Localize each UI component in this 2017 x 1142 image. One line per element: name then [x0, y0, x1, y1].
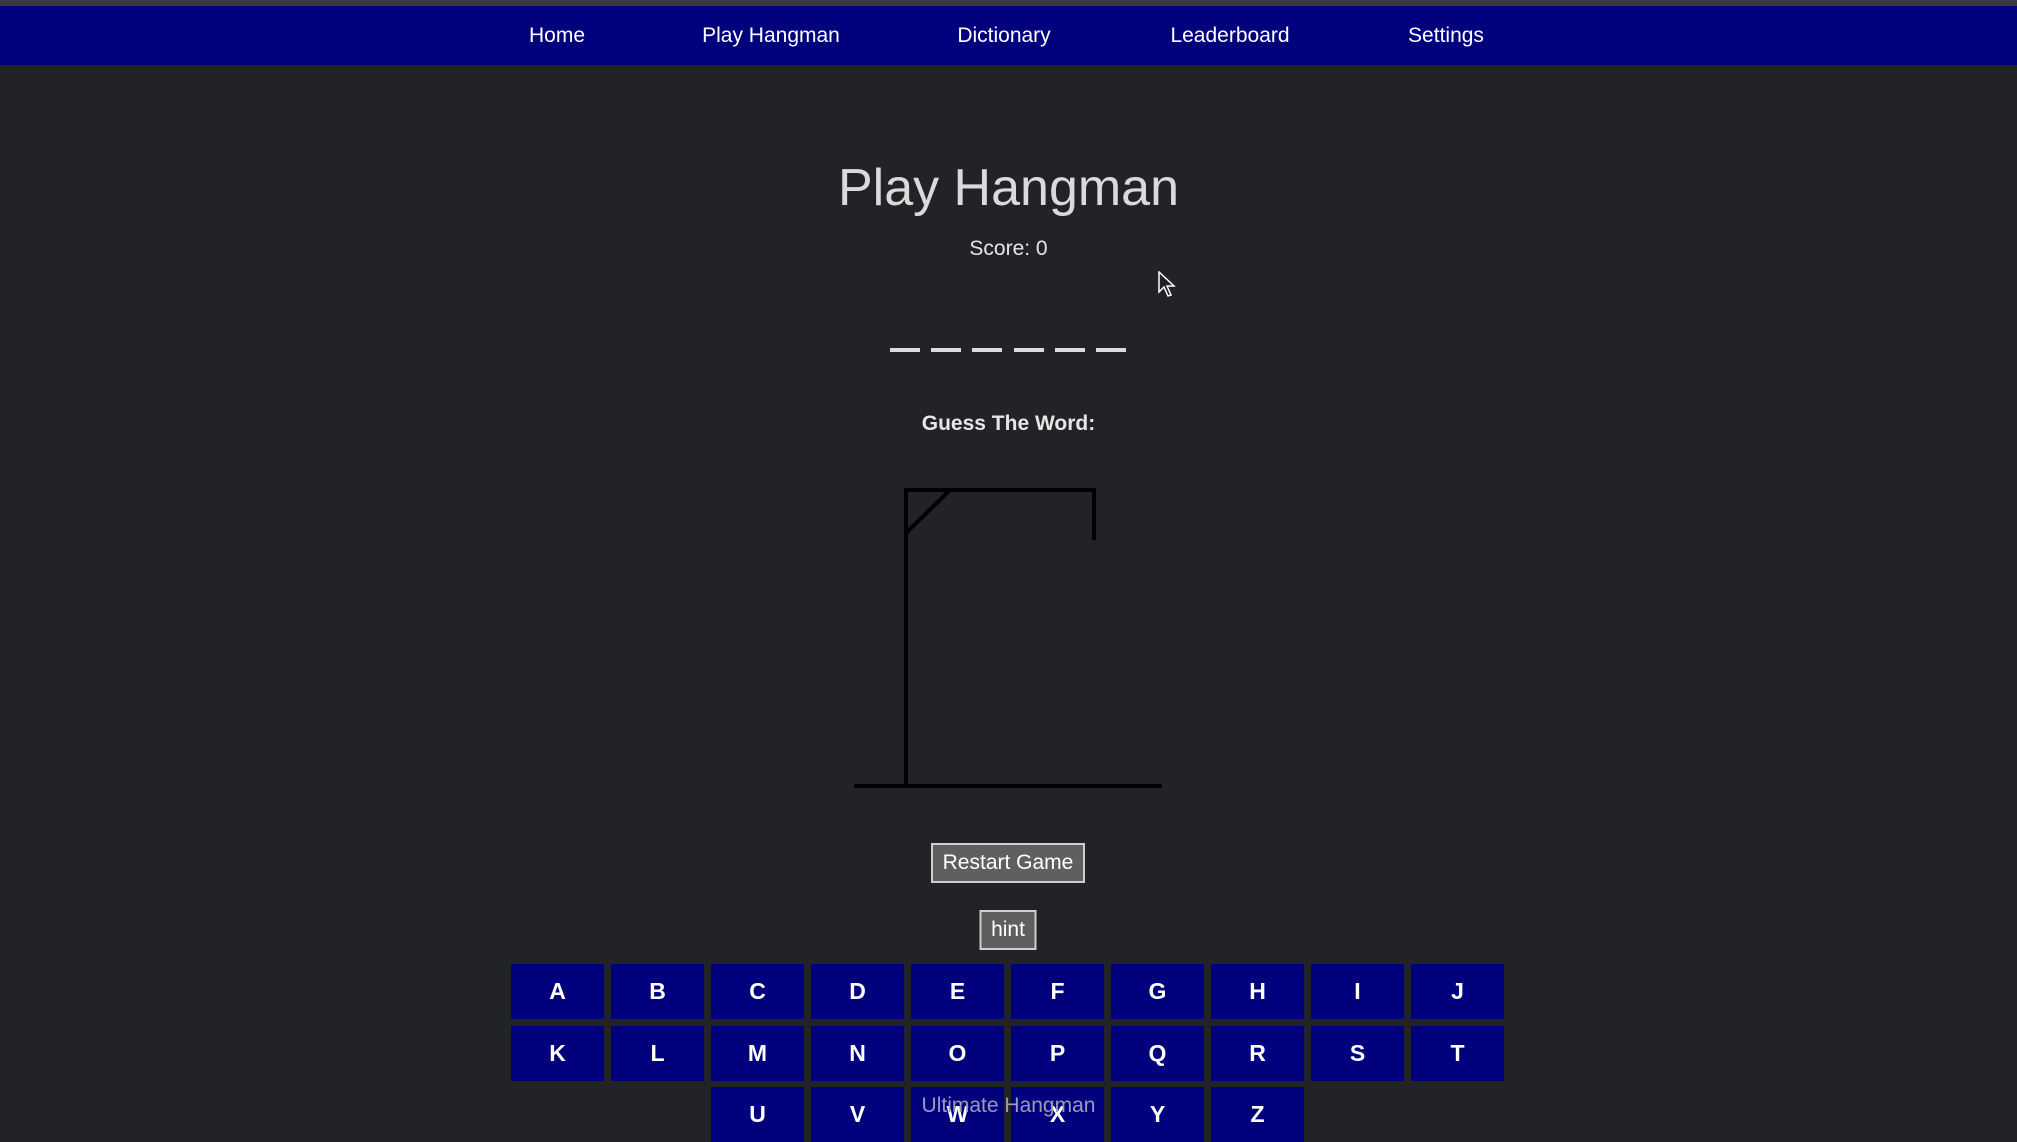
footer-text: Ultimate Hangman [921, 1094, 1096, 1117]
letter-blank [1013, 348, 1044, 352]
letter-key-r[interactable]: R [1211, 1026, 1304, 1081]
letter-key-p[interactable]: P [1011, 1026, 1104, 1081]
letter-key-u[interactable]: U [711, 1087, 804, 1142]
navbar: Home Play Hangman Dictionary Leaderboard… [0, 6, 2017, 65]
letter-key-m[interactable]: M [711, 1026, 804, 1081]
letter-key-h[interactable]: H [1211, 964, 1304, 1019]
letter-key-x[interactable]: X [1011, 1087, 1104, 1142]
letter-key-c[interactable]: C [711, 964, 804, 1019]
nav-dictionary-link[interactable]: Dictionary [957, 6, 1050, 65]
letter-key-g[interactable]: G [1111, 964, 1204, 1019]
letter-key-o[interactable]: O [911, 1026, 1004, 1081]
letter-key-d[interactable]: D [811, 964, 904, 1019]
nav-play-hangman-link[interactable]: Play Hangman [702, 6, 840, 65]
letter-blank [931, 348, 962, 352]
mouse-cursor-icon [1158, 271, 1176, 297]
letter-key-b[interactable]: B [611, 964, 704, 1019]
letter-key-q[interactable]: Q [1111, 1026, 1204, 1081]
letter-key-v[interactable]: V [811, 1087, 904, 1142]
nav-leaderboard-link[interactable]: Leaderboard [1170, 6, 1289, 65]
letter-blank [890, 348, 920, 352]
restart-game-button[interactable]: Restart Game [931, 843, 1085, 883]
page-title: Play Hangman [837, 159, 1180, 217]
nav-settings-link[interactable]: Settings [1408, 6, 1484, 65]
letter-blank [1054, 348, 1085, 352]
nav-home-link[interactable]: Home [529, 6, 585, 65]
letter-key-k[interactable]: K [511, 1026, 604, 1081]
letter-key-z[interactable]: Z [1211, 1087, 1304, 1142]
letter-key-l[interactable]: L [611, 1026, 704, 1081]
gallows-brace [904, 488, 952, 535]
letter-key-t[interactable]: T [1411, 1026, 1504, 1081]
letter-blank [1095, 348, 1126, 352]
letter-key-e[interactable]: E [911, 964, 1004, 1019]
word-blanks [890, 348, 1126, 354]
gallows-drawing [854, 488, 1162, 788]
letter-key-a[interactable]: A [511, 964, 604, 1019]
letter-key-y[interactable]: Y [1111, 1087, 1204, 1142]
letter-key-f[interactable]: F [1011, 964, 1104, 1019]
score-display: Score: 0 [969, 237, 1048, 260]
hint-button[interactable]: hint [979, 910, 1037, 950]
letter-key-i[interactable]: I [1311, 964, 1404, 1019]
letter-key-n[interactable]: N [811, 1026, 904, 1081]
letter-key-j[interactable]: J [1411, 964, 1504, 1019]
letter-key-s[interactable]: S [1311, 1026, 1404, 1081]
letter-key-w[interactable]: W [911, 1087, 1004, 1142]
guess-label: Guess The Word: [921, 412, 1096, 435]
letter-blank [972, 348, 1003, 352]
